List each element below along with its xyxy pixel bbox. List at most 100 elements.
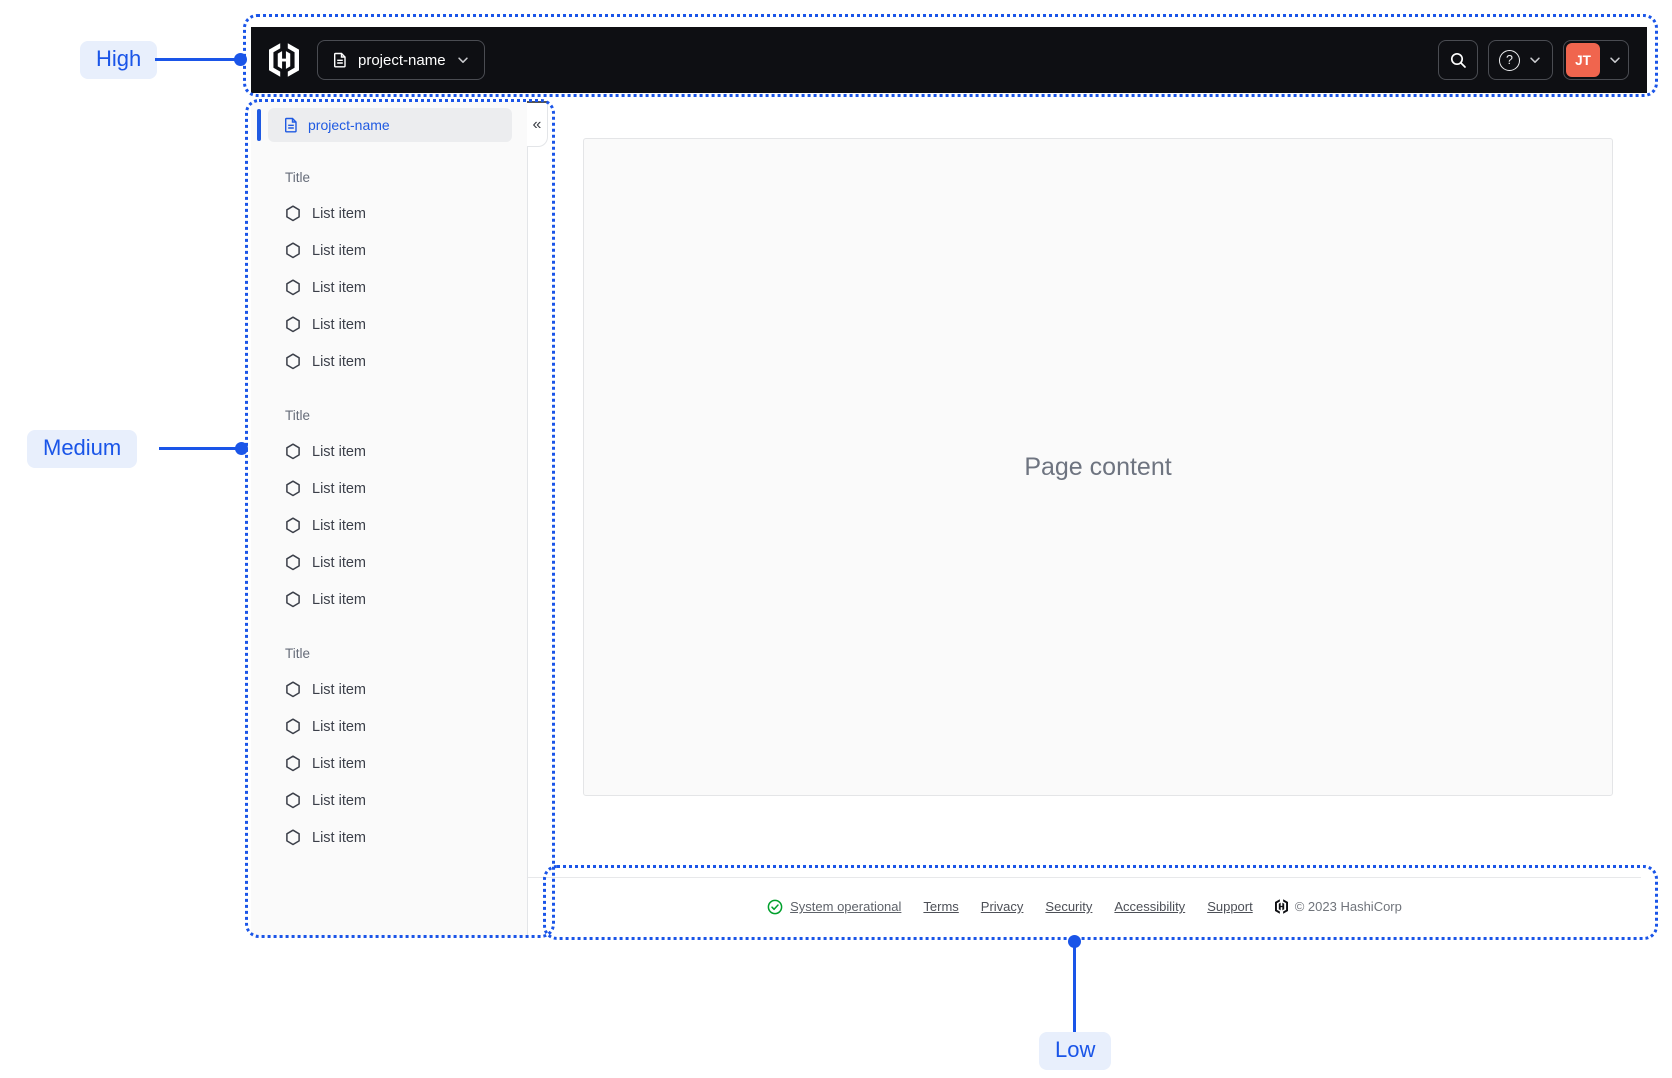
system-status-link[interactable]: System operational	[790, 899, 901, 914]
sidebar-list-item[interactable]: List item	[251, 671, 527, 708]
annotation-label-medium: Medium	[27, 430, 138, 468]
page-content-placeholder: Page content	[1024, 452, 1172, 481]
hexagon-icon	[285, 755, 301, 772]
hexagon-icon	[285, 517, 301, 534]
hexagon-icon	[285, 591, 301, 608]
sidebar-header: project-name	[257, 108, 512, 142]
sidebar-project-label: project-name	[308, 117, 390, 133]
hexagon-icon	[285, 316, 301, 333]
sidebar-list-item[interactable]: List item	[251, 433, 527, 470]
top-navbar: project-name ? JT	[251, 27, 1647, 93]
chevron-down-icon	[456, 53, 470, 67]
sidebar-list-item[interactable]: List item	[251, 343, 527, 380]
system-status: System operational	[767, 899, 901, 915]
list-item-label: List item	[312, 829, 366, 846]
hashicorp-logo	[269, 43, 299, 77]
footer-link[interactable]: Accessibility	[1114, 899, 1185, 914]
annotation-connector-low	[1073, 947, 1076, 1032]
hexagon-icon	[285, 792, 301, 809]
sidebar-project-link[interactable]: project-name	[268, 108, 512, 142]
footer-links: Terms Privacy Security Accessibility Sup…	[923, 899, 1252, 914]
list-item-label: List item	[312, 242, 366, 259]
hashicorp-logo	[1274, 899, 1288, 914]
sidebar-section: Title List item List item List item List…	[251, 408, 527, 618]
active-indicator-bar	[257, 109, 261, 141]
footer-link[interactable]: Security	[1045, 899, 1092, 914]
annotation-connector-medium	[159, 447, 239, 450]
search-icon	[1449, 51, 1467, 69]
sidebar-list-item[interactable]: List item	[251, 470, 527, 507]
app-canvas: project-name ? JT project-name Title Lis…	[0, 0, 1672, 1078]
annotation-connector-high	[155, 58, 238, 61]
section-title: Title	[285, 408, 311, 423]
list-item-label: List item	[312, 205, 366, 222]
navbar-right-group: ? JT	[1438, 40, 1629, 80]
footer-link[interactable]: Support	[1207, 899, 1253, 914]
chevron-down-icon	[1608, 53, 1622, 67]
list-item-label: List item	[312, 755, 366, 772]
annotation-dot-high	[234, 53, 247, 66]
project-switcher-button[interactable]: project-name	[317, 40, 485, 80]
list-item-label: List item	[312, 792, 366, 809]
footer: System operational Terms Privacy Securit…	[528, 877, 1641, 935]
help-menu-button[interactable]: ?	[1488, 40, 1553, 80]
sidebar-sections: Title List item List item List item List…	[251, 170, 527, 856]
annotation-label-low: Low	[1039, 1032, 1112, 1070]
sidebar-list-item[interactable]: List item	[251, 507, 527, 544]
project-switcher-label: project-name	[358, 51, 446, 69]
footer-link[interactable]: Privacy	[981, 899, 1024, 914]
hexagon-icon	[285, 279, 301, 296]
sidebar-section: Title List item List item List item List…	[251, 170, 527, 380]
hexagon-icon	[285, 242, 301, 259]
sidebar-list-item[interactable]: List item	[251, 306, 527, 343]
account-menu-button[interactable]: JT	[1563, 40, 1629, 80]
footer-brand: © 2023 HashiCorp	[1274, 899, 1402, 914]
section-title: Title	[285, 646, 311, 661]
hexagon-icon	[285, 480, 301, 497]
check-circle-icon	[767, 899, 783, 915]
sidebar-collapse-button[interactable]: «	[527, 101, 548, 147]
list-item-label: List item	[312, 316, 366, 333]
copyright-text: © 2023 HashiCorp	[1294, 899, 1402, 914]
section-list: List item List item List item List item	[251, 195, 527, 380]
collapse-chevrons-icon: «	[532, 116, 542, 133]
hexagon-icon	[285, 554, 301, 571]
sidebar-list-item[interactable]: List item	[251, 195, 527, 232]
list-item-label: List item	[312, 517, 366, 534]
sidebar-list-item[interactable]: List item	[251, 819, 527, 856]
annotation-label-high: High	[80, 41, 158, 79]
footer-link[interactable]: Terms	[923, 899, 958, 914]
hexagon-icon	[285, 353, 301, 370]
chevron-down-icon	[1528, 53, 1542, 67]
list-item-label: List item	[312, 718, 366, 735]
list-item-label: List item	[312, 353, 366, 370]
sidebar-list-item[interactable]: List item	[251, 782, 527, 819]
sidebar-list-item[interactable]: List item	[251, 581, 527, 618]
sidebar-list-item[interactable]: List item	[251, 544, 527, 581]
sidebar-list-item[interactable]: List item	[251, 708, 527, 745]
section-list: List item List item List item List item	[251, 433, 527, 618]
list-item-label: List item	[312, 443, 366, 460]
list-item-label: List item	[312, 591, 366, 608]
annotation-dot-medium	[235, 442, 248, 455]
search-button[interactable]	[1438, 40, 1478, 80]
help-icon: ?	[1499, 49, 1520, 71]
sidebar: project-name Title List item List item L…	[251, 101, 528, 937]
list-item-label: List item	[312, 480, 366, 497]
sidebar-list-item[interactable]: List item	[251, 269, 527, 306]
main-content-panel: Page content	[583, 138, 1613, 796]
list-item-label: List item	[312, 554, 366, 571]
user-avatar: JT	[1566, 43, 1600, 77]
hexagon-icon	[285, 829, 301, 846]
sidebar-list-item[interactable]: List item	[251, 232, 527, 269]
hexagon-icon	[285, 205, 301, 222]
sidebar-list-item[interactable]: List item	[251, 745, 527, 782]
section-list: List item List item List item List item	[251, 671, 527, 856]
file-text-icon	[283, 117, 299, 133]
sidebar-section: Title List item List item List item List…	[251, 646, 527, 856]
file-text-icon	[332, 52, 348, 68]
section-title: Title	[285, 170, 311, 185]
hexagon-icon	[285, 718, 301, 735]
list-item-label: List item	[312, 681, 366, 698]
hexagon-icon	[285, 443, 301, 460]
